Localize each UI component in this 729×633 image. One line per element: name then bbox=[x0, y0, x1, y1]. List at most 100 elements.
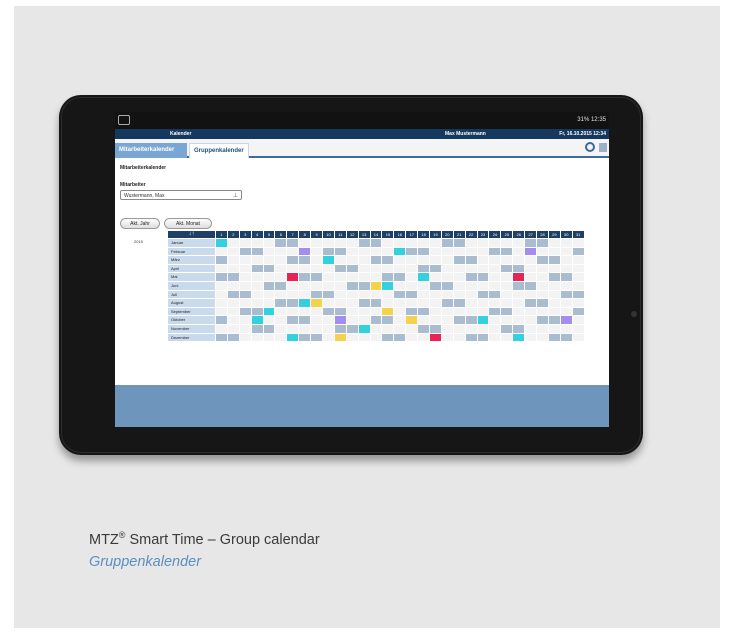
calendar-cell[interactable] bbox=[405, 289, 418, 299]
calendar-cell[interactable] bbox=[298, 323, 311, 333]
calendar-cell[interactable] bbox=[298, 246, 311, 256]
calendar-cell[interactable] bbox=[333, 246, 346, 256]
calendar-cell[interactable] bbox=[571, 255, 584, 264]
calendar-cell[interactable] bbox=[298, 272, 311, 281]
calendar-cell[interactable] bbox=[559, 289, 572, 299]
calendar-cell[interactable] bbox=[429, 280, 441, 290]
calendar-cell[interactable] bbox=[476, 323, 489, 333]
calendar-cell[interactable] bbox=[381, 323, 394, 333]
calendar-cell[interactable] bbox=[559, 272, 572, 281]
calendar-cell[interactable] bbox=[238, 323, 251, 333]
calendar-cell[interactable] bbox=[512, 298, 525, 307]
calendar-cell[interactable] bbox=[440, 263, 453, 273]
calendar-cell[interactable] bbox=[452, 263, 465, 273]
calendar-cell[interactable] bbox=[464, 332, 477, 342]
calendar-cell[interactable] bbox=[286, 306, 299, 316]
calendar-cell[interactable] bbox=[500, 246, 513, 256]
calendar-cell[interactable] bbox=[452, 315, 465, 324]
calendar-cell[interactable] bbox=[381, 298, 394, 307]
calendar-cell[interactable] bbox=[512, 323, 525, 333]
calendar-cell[interactable] bbox=[500, 238, 513, 247]
calendar-cell[interactable] bbox=[226, 298, 239, 307]
calendar-cell[interactable] bbox=[547, 315, 560, 324]
calendar-cell[interactable] bbox=[536, 323, 548, 333]
calendar-cell[interactable] bbox=[345, 246, 358, 256]
calendar-cell[interactable] bbox=[310, 306, 323, 316]
calendar-cell[interactable] bbox=[559, 315, 572, 324]
calendar-cell[interactable] bbox=[250, 280, 263, 290]
calendar-cell[interactable] bbox=[345, 280, 358, 290]
calendar-cell[interactable] bbox=[512, 255, 525, 264]
calendar-cell[interactable] bbox=[500, 306, 513, 316]
calendar-cell[interactable] bbox=[429, 255, 441, 264]
calendar-cell[interactable] bbox=[488, 323, 501, 333]
calendar-cell[interactable] bbox=[452, 289, 465, 299]
calendar-cell[interactable] bbox=[238, 280, 251, 290]
calendar-cell[interactable] bbox=[226, 246, 239, 256]
calendar-cell[interactable] bbox=[333, 238, 346, 247]
calendar-cell[interactable] bbox=[262, 238, 275, 247]
calendar-cell[interactable] bbox=[405, 272, 418, 281]
calendar-cell[interactable] bbox=[215, 289, 227, 299]
calendar-cell[interactable] bbox=[524, 315, 537, 324]
calendar-cell[interactable] bbox=[464, 263, 477, 273]
calendar-cell[interactable] bbox=[310, 238, 323, 247]
calendar-cell[interactable] bbox=[262, 298, 275, 307]
calendar-cell[interactable] bbox=[369, 238, 382, 247]
calendar-cell[interactable] bbox=[345, 263, 358, 273]
calendar-cell[interactable] bbox=[250, 246, 263, 256]
calendar-cell[interactable] bbox=[512, 246, 525, 256]
calendar-cell[interactable] bbox=[417, 263, 430, 273]
calendar-cell[interactable] bbox=[274, 289, 287, 299]
calendar-cell[interactable] bbox=[369, 255, 382, 264]
calendar-cell[interactable] bbox=[357, 255, 370, 264]
calendar-cell[interactable] bbox=[393, 298, 406, 307]
calendar-cell[interactable] bbox=[547, 255, 560, 264]
calendar-cell[interactable] bbox=[357, 272, 370, 281]
calendar-cell[interactable] bbox=[250, 332, 263, 342]
calendar-cell[interactable] bbox=[393, 272, 406, 281]
calendar-cell[interactable] bbox=[559, 238, 572, 247]
calendar-cell[interactable] bbox=[274, 323, 287, 333]
clear-icon[interactable]: ⊥ bbox=[233, 192, 238, 199]
calendar-cell[interactable] bbox=[226, 272, 239, 281]
calendar-cell[interactable] bbox=[226, 315, 239, 324]
calendar-cell[interactable] bbox=[369, 289, 382, 299]
calendar-cell[interactable] bbox=[405, 238, 418, 247]
calendar-cell[interactable] bbox=[357, 246, 370, 256]
calendar-cell[interactable] bbox=[547, 332, 560, 342]
calendar-cell[interactable] bbox=[524, 255, 537, 264]
calendar-cell[interactable] bbox=[286, 289, 299, 299]
calendar-cell[interactable] bbox=[322, 315, 334, 324]
calendar-cell[interactable] bbox=[369, 263, 382, 273]
calendar-cell[interactable] bbox=[524, 246, 537, 256]
calendar-cell[interactable] bbox=[559, 255, 572, 264]
calendar-cell[interactable] bbox=[298, 280, 311, 290]
calendar-cell[interactable] bbox=[452, 298, 465, 307]
calendar-cell[interactable] bbox=[488, 255, 501, 264]
calendar-cell[interactable] bbox=[571, 289, 584, 299]
calendar-cell[interactable] bbox=[452, 255, 465, 264]
calendar-cell[interactable] bbox=[571, 238, 584, 247]
calendar-cell[interactable] bbox=[333, 298, 346, 307]
calendar-cell[interactable] bbox=[536, 289, 548, 299]
calendar-cell[interactable] bbox=[464, 323, 477, 333]
calendar-cell[interactable] bbox=[452, 323, 465, 333]
calendar-cell[interactable] bbox=[476, 263, 489, 273]
calendar-cell[interactable] bbox=[547, 272, 560, 281]
calendar-cell[interactable] bbox=[262, 255, 275, 264]
calendar-cell[interactable] bbox=[440, 289, 453, 299]
calendar-cell[interactable] bbox=[215, 255, 227, 264]
calendar-cell[interactable] bbox=[286, 298, 299, 307]
calendar-cell[interactable] bbox=[333, 323, 346, 333]
calendar-cell[interactable] bbox=[536, 263, 548, 273]
calendar-cell[interactable] bbox=[571, 280, 584, 290]
calendar-cell[interactable] bbox=[524, 289, 537, 299]
calendar-cell[interactable] bbox=[262, 246, 275, 256]
calendar-cell[interactable] bbox=[310, 263, 323, 273]
calendar-cell[interactable] bbox=[262, 332, 275, 342]
calendar-cell[interactable] bbox=[440, 280, 453, 290]
calendar-cell[interactable] bbox=[298, 332, 311, 342]
calendar-cell[interactable] bbox=[226, 323, 239, 333]
calendar-cell[interactable] bbox=[322, 272, 334, 281]
